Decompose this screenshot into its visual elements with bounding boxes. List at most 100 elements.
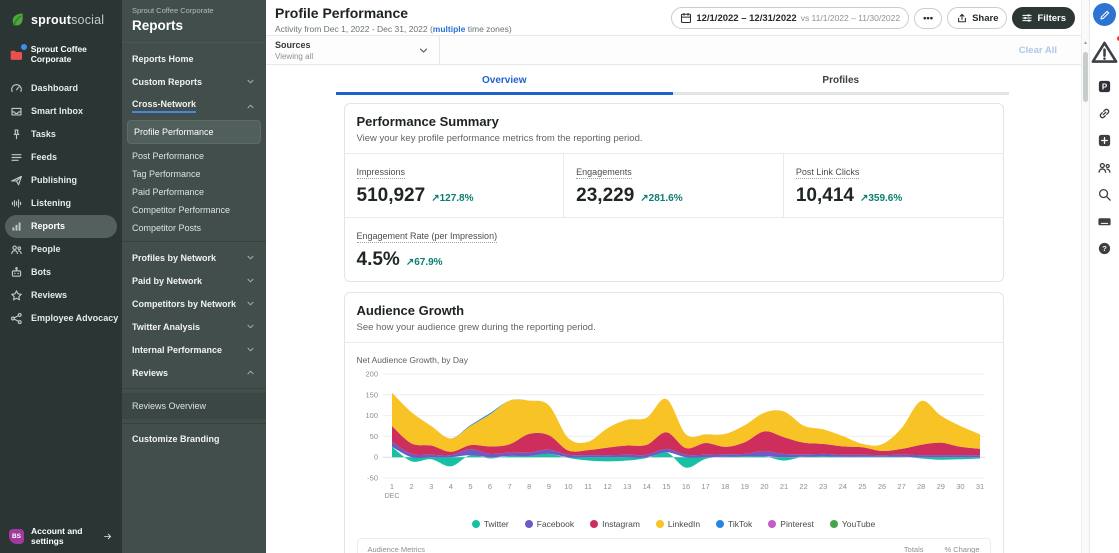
- reports-nav-item-custom-reports[interactable]: Custom Reports: [122, 70, 266, 93]
- app-nav: DashboardSmart InboxTasksFeedsPublishing…: [0, 77, 122, 330]
- svg-text:26: 26: [877, 482, 885, 491]
- legend-item-facebook[interactable]: Facebook: [525, 519, 574, 529]
- account-switcher[interactable]: Sprout Coffee Corporate: [0, 36, 122, 74]
- reports-nav-item-twitter-analysis[interactable]: Twitter Analysis: [122, 315, 266, 338]
- legend-item-twitter[interactable]: Twitter: [472, 519, 509, 529]
- sidebar-item-label: Reviews: [31, 290, 67, 300]
- scrollbar-thumb[interactable]: [1083, 52, 1088, 102]
- reports-nav-item-reviews[interactable]: Reviews: [122, 361, 266, 384]
- reports-nav-item-competitor-posts[interactable]: Competitor Posts: [122, 219, 266, 237]
- audience-metrics-table: Audience Metrics Totals % Change Total A…: [357, 538, 991, 553]
- filters-button[interactable]: Filters: [1012, 7, 1075, 29]
- account-and-settings[interactable]: BS Account and settings: [0, 519, 122, 553]
- reports-nav-item-profiles-by-network[interactable]: Profiles by Network: [122, 246, 266, 269]
- chevron-down-icon: [245, 76, 256, 87]
- arrow-right-icon: [103, 530, 113, 543]
- reports-nav-item-competitors-by-network[interactable]: Competitors by Network: [122, 292, 266, 315]
- gauge-icon: [10, 82, 23, 95]
- metric-value: 4.5%: [357, 249, 400, 271]
- reports-nav-item-competitor-performance[interactable]: Competitor Performance: [122, 201, 266, 219]
- reports-nav-item-tag-performance[interactable]: Tag Performance: [122, 165, 266, 183]
- waves-icon: [10, 197, 23, 210]
- clear-all-button[interactable]: Clear All: [1019, 45, 1057, 56]
- sidebar-item-listening[interactable]: Listening: [0, 192, 122, 215]
- metric-engagements: Engagements23,229↗281.6%: [564, 154, 784, 217]
- reports-nav-item-paid-performance[interactable]: Paid Performance: [122, 183, 266, 201]
- reports-nav-item-profile-performance[interactable]: Profile Performance: [127, 120, 261, 144]
- legend-dot: [830, 520, 838, 528]
- metric-impressions: Impressions510,927↗127.8%: [345, 154, 565, 217]
- performance-summary-card: Performance Summary View your key profil…: [344, 103, 1004, 282]
- legend-item-instagram[interactable]: Instagram: [590, 519, 640, 529]
- sidebar-item-tasks[interactable]: Tasks: [0, 123, 122, 146]
- svg-text:18: 18: [721, 482, 729, 491]
- metrics-row-1: Impressions510,927↗127.8%Engagements23,2…: [345, 153, 1003, 217]
- sliders-icon: [1021, 12, 1033, 24]
- divider: [122, 388, 266, 389]
- tab-profiles[interactable]: Profiles: [673, 71, 1010, 95]
- reports-sidebar: Sprout Coffee Corporate Reports Reports …: [122, 0, 266, 553]
- sidebar-item-label: Bots: [31, 267, 51, 277]
- svg-text:12: 12: [603, 482, 611, 491]
- svg-text:P: P: [1102, 82, 1108, 91]
- share-button[interactable]: Share: [947, 7, 1007, 29]
- star-icon: [10, 289, 23, 302]
- sidebar-item-employee-advocacy[interactable]: Employee Advocacy: [0, 307, 122, 330]
- reports-nav-item-cross-network[interactable]: Cross-Network: [122, 93, 266, 119]
- reports-nav-label: Custom Reports: [132, 77, 202, 87]
- legend-label: Twitter: [484, 519, 509, 529]
- sidebar-item-reports[interactable]: Reports: [5, 215, 117, 238]
- svg-text:150: 150: [365, 390, 378, 399]
- reports-nav-item-post-performance[interactable]: Post Performance: [122, 147, 266, 165]
- sidebar-item-bots[interactable]: Bots: [0, 261, 122, 284]
- header-controls: 12/1/2022 – 12/31/2022 vs 11/1/2022 – 11…: [671, 5, 1075, 29]
- date-range-value: 12/1/2022 – 12/31/2022: [696, 13, 796, 24]
- reports-nav-item-reviews-overview[interactable]: Reviews Overview: [122, 393, 266, 419]
- keyboard-icon[interactable]: [1097, 214, 1112, 229]
- sprout-social-logo[interactable]: sproutsocial: [0, 0, 122, 36]
- reports-eyebrow: Sprout Coffee Corporate: [132, 6, 256, 15]
- sources-dropdown[interactable]: Sources Viewing all: [266, 36, 440, 64]
- more-options-button[interactable]: •••: [914, 8, 942, 29]
- svg-text:24: 24: [838, 482, 846, 491]
- metric-label[interactable]: Engagement Rate (per Impression): [357, 231, 498, 243]
- compose-button[interactable]: [1093, 3, 1116, 26]
- alerts-button[interactable]: [1090, 38, 1119, 67]
- legend-item-linkedin[interactable]: LinkedIn: [656, 519, 700, 529]
- link-icon[interactable]: [1097, 106, 1112, 121]
- reports-nav-item-paid-by-network[interactable]: Paid by Network: [122, 269, 266, 292]
- net-audience-growth-chart[interactable]: 200150100500-501234567891011121314151617…: [357, 367, 991, 514]
- legend-item-youtube[interactable]: YouTube: [830, 519, 875, 529]
- chevron-down-icon: [245, 321, 256, 332]
- date-range-picker[interactable]: 12/1/2022 – 12/31/2022 vs 11/1/2022 – 11…: [671, 7, 909, 29]
- multiple-timezones-link[interactable]: multiple: [433, 24, 466, 34]
- scroll-up-arrow[interactable]: ▲: [1083, 40, 1088, 46]
- divider: [122, 423, 266, 424]
- reports-nav-item-internal-performance[interactable]: Internal Performance: [122, 338, 266, 361]
- svg-text:8: 8: [527, 482, 531, 491]
- legend-item-tiktok[interactable]: TikTok: [716, 519, 752, 529]
- users-icon[interactable]: [1097, 160, 1112, 175]
- metric-label[interactable]: Post Link Clicks: [796, 167, 860, 179]
- legend-item-pinterest[interactable]: Pinterest: [768, 519, 814, 529]
- vertical-scrollbar[interactable]: ▲: [1081, 0, 1089, 553]
- sidebar-item-feeds[interactable]: Feeds: [0, 146, 122, 169]
- sidebar-item-dashboard[interactable]: Dashboard: [0, 77, 122, 100]
- svg-text:6: 6: [487, 482, 491, 491]
- add-icon[interactable]: [1097, 133, 1112, 148]
- metric-label[interactable]: Engagements: [576, 167, 632, 179]
- help-icon[interactable]: ?: [1097, 241, 1112, 256]
- metric-label[interactable]: Impressions: [357, 167, 406, 179]
- search-icon[interactable]: [1097, 187, 1112, 202]
- sidebar-item-publishing[interactable]: Publishing: [0, 169, 122, 192]
- svg-text:28: 28: [917, 482, 925, 491]
- reports-nav-item-reports-home[interactable]: Reports Home: [122, 48, 266, 70]
- reports-nav-item-customize-branding[interactable]: Customize Branding: [122, 428, 266, 450]
- tab-overview[interactable]: Overview: [336, 71, 673, 95]
- account-folder-icon: [9, 48, 24, 62]
- sidebar-item-reviews[interactable]: Reviews: [0, 284, 122, 307]
- main-panel: Profile Performance Activity from Dec 1,…: [266, 0, 1081, 553]
- sidebar-item-people[interactable]: People: [0, 238, 122, 261]
- sidebar-item-smart-inbox[interactable]: Smart Inbox: [0, 100, 122, 123]
- p-extension-icon[interactable]: P: [1097, 79, 1112, 94]
